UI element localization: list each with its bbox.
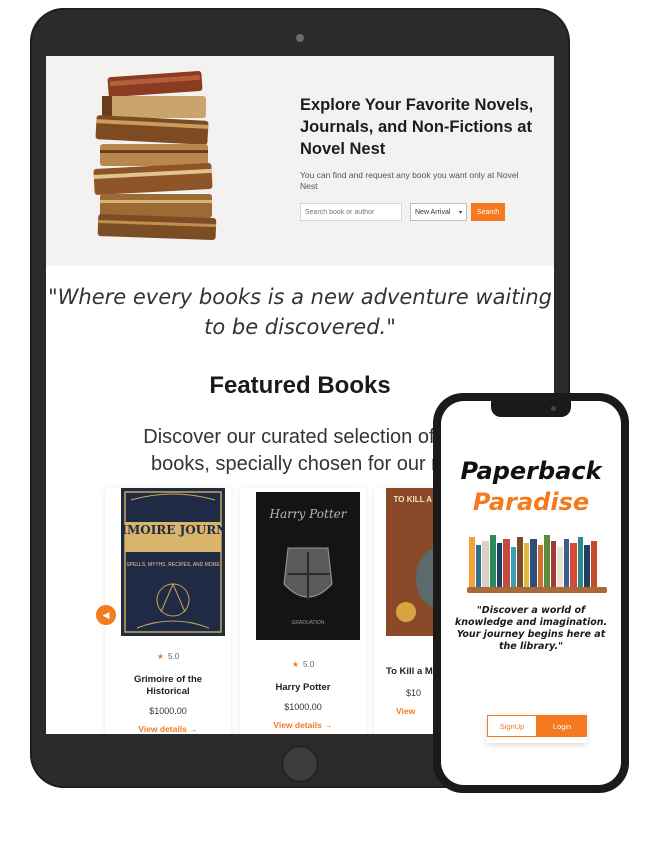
rating-value: 5.0 [303,660,315,669]
rating-value: 5.0 [168,652,180,661]
book-title: Harry Potter [275,682,331,693]
phone-notch [491,401,571,417]
phone-quote: "Discover a world of knowledge and imagi… [454,605,608,652]
book-title: Grimoire of the Historical [133,674,203,697]
cover-subtitle-text: GRADUATION [292,620,325,626]
hero-title: Explore Your Favorite Novels, Journals, … [300,96,534,158]
cover-title-text: GRIMOIRE JOURNAL [121,523,225,537]
phone-camera [551,406,556,411]
app-name-accent: Paradise [472,488,590,516]
hero-subtitle: You can find and request any book you wa… [300,170,519,191]
tablet-home-button[interactable] [282,746,318,782]
chevron-left-icon: ◀ [102,609,110,620]
auth-button-group: SignUp Login [487,715,587,743]
app-name-primary: Paperback [460,457,602,485]
filter-select[interactable]: New Arrival ▾ [410,203,467,221]
filter-select-value: New Arrival [415,208,451,216]
star-icon: ★ [156,652,165,661]
search-input[interactable] [300,203,402,221]
book-card: Harry Potter GRADUATION ★ 5.0 Harry Potte… [240,488,366,734]
search-button[interactable]: Search [471,203,505,221]
star-icon: ★ [291,660,300,669]
tablet-camera [296,34,304,42]
tagline-quote: "Where every books is a new adventure wa… [48,285,552,339]
hero-section: Explore Your Favorite Novels, Journals, … [46,56,554,266]
signup-button[interactable]: SignUp [487,715,537,737]
chevron-down-icon: ▾ [458,209,462,216]
cover-title-text: Harry Potter [269,507,348,521]
view-details-link[interactable]: View details → [240,720,366,730]
book-price: $1000.00 [284,702,322,712]
view-details-link[interactable]: View details → [105,724,231,734]
book-card: GRIMOIRE JOURNAL SPELLS, MYTHS, RECIPES,… [105,488,231,734]
book-price: $1000.00 [149,706,187,716]
book-cover-grimoire[interactable]: GRIMOIRE JOURNAL SPELLS, MYTHS, RECIPES,… [121,488,225,636]
bookshelf-illustration [467,535,607,593]
phone-screen: Paperback Paradise "Discover a world of [441,401,621,785]
stacked-books-image [93,71,217,240]
cover-subtitle-text: SPELLS, MYTHS, RECIPES, AND MORE [126,562,220,568]
book-rating: ★ 5.0 [240,660,366,669]
book-cover-harry-potter[interactable]: Harry Potter GRADUATION [256,492,360,640]
carousel-prev-button[interactable]: ◀ [96,605,116,625]
book-rating: ★ 5.0 [105,652,231,661]
login-button[interactable]: Login [537,715,587,737]
phone-device: Paperback Paradise "Discover a world of [433,393,629,793]
